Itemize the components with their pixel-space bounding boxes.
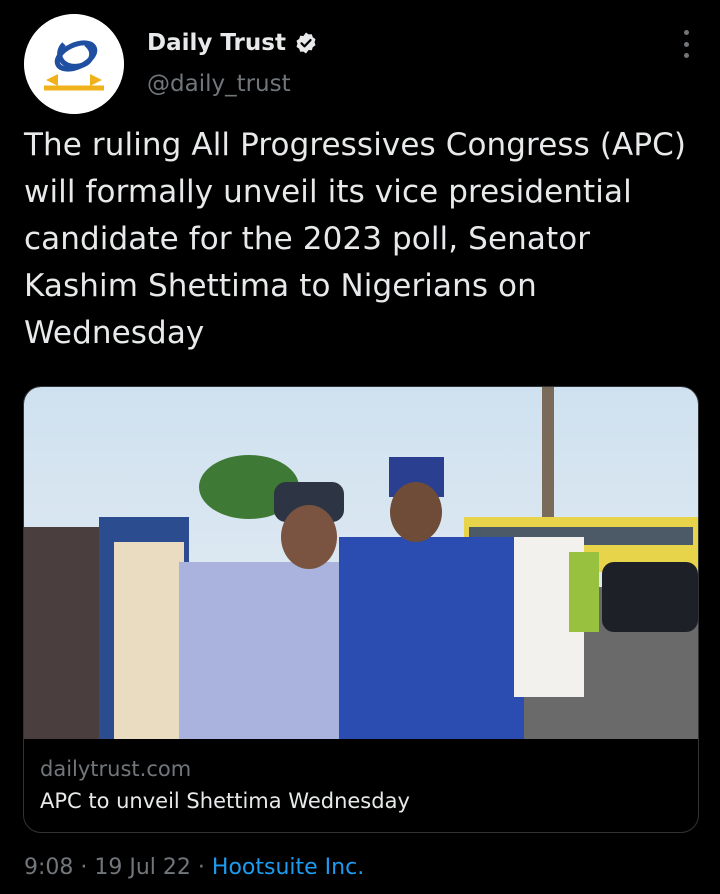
avatar[interactable] [24, 14, 124, 114]
tweet-meta: 9:08 · 19 Jul 22 · Hootsuite Inc. [24, 855, 364, 880]
more-options-icon[interactable] [680, 30, 692, 58]
tweet-time[interactable]: 9:08 [24, 855, 73, 880]
more-dot [683, 53, 689, 58]
tweet-source-link[interactable]: Hootsuite Inc. [212, 855, 364, 880]
more-dot [683, 41, 689, 47]
meta-separator: · [73, 855, 95, 880]
link-card[interactable]: dailytrust.com APC to unveil Shettima We… [23, 386, 699, 833]
tweet-date[interactable]: 19 Jul 22 [94, 855, 191, 880]
author-name-row[interactable]: Daily Trust [147, 30, 318, 56]
more-dot [683, 30, 689, 35]
author-display-name[interactable]: Daily Trust [147, 30, 286, 56]
daily-trust-logo [24, 14, 124, 114]
verified-badge-icon [296, 32, 316, 54]
card-title[interactable]: APC to unveil Shettima Wednesday [40, 789, 410, 813]
author-handle[interactable]: @daily_trust [147, 71, 291, 97]
tweet-text: The ruling All Progressives Congress (AP… [24, 127, 687, 351]
card-domain: dailytrust.com [40, 757, 192, 781]
card-image [24, 387, 698, 739]
meta-separator: · [190, 855, 212, 880]
